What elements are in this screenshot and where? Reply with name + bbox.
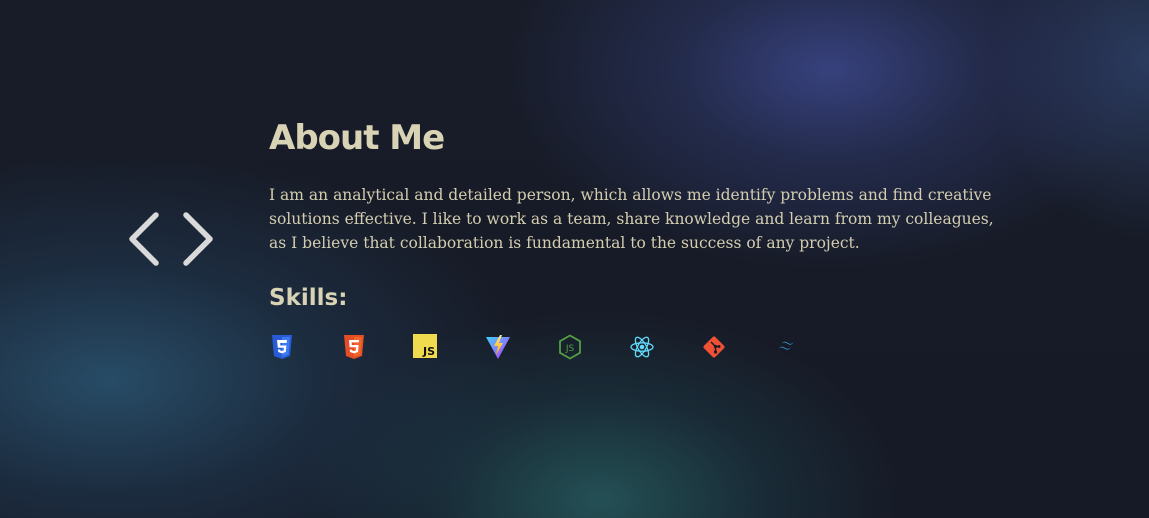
css3-icon: [272, 335, 292, 359]
html5-icon: [344, 335, 364, 359]
about-section: About Me I am an analytical and detailed…: [269, 116, 1029, 313]
nodejs-icon: JS: [559, 334, 581, 360]
about-description: I am an analytical and detailed person, …: [269, 186, 994, 252]
about-title: About Me: [269, 118, 445, 158]
skills-title: Skills:: [269, 285, 348, 311]
skills-list: JS JS: [269, 334, 809, 362]
vite-icon: [486, 335, 510, 359]
react-icon: [630, 336, 654, 358]
javascript-icon: JS: [413, 334, 437, 358]
svg-text:JS: JS: [565, 344, 575, 354]
svg-text:JS: JS: [422, 345, 435, 358]
git-icon: [703, 336, 725, 358]
tailwind-icon: [778, 341, 794, 350]
code-brackets-icon: [129, 212, 213, 266]
